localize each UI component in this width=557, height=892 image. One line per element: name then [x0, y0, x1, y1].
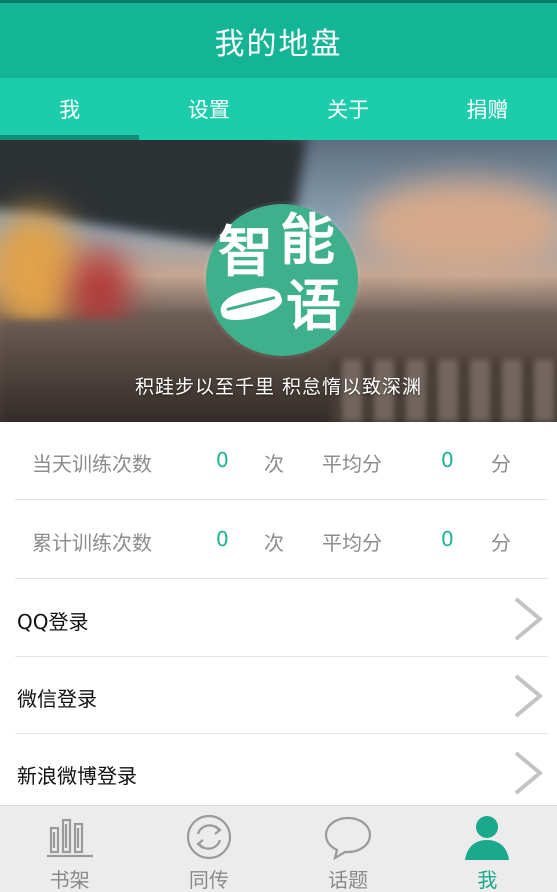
stat-avg-label: 平均分	[322, 452, 382, 476]
tab-me[interactable]: 我	[0, 78, 140, 140]
stat-avg-unit: 分	[491, 452, 511, 476]
sync-icon	[186, 814, 231, 860]
nav-sync[interactable]: 同传	[139, 806, 278, 892]
hero-banner: 智 能 语 积跬步以至千里 积怠惰以致深渊	[0, 140, 557, 422]
person-icon	[465, 816, 510, 860]
tab-about[interactable]: 关于	[279, 78, 418, 140]
app-logo: 智 能 语	[206, 204, 358, 356]
stat-count-value: 0	[216, 527, 229, 551]
stat-count-value: 0	[216, 448, 229, 472]
weibo-login-row[interactable]: 新浪微博登录	[15, 734, 548, 805]
logo-char: 能	[280, 207, 336, 272]
nav-label: 话题	[328, 868, 369, 892]
tab-label: 捐赠	[466, 98, 509, 122]
bottom-nav: 书架 同传 话题 我	[0, 805, 557, 892]
logo-char: 智	[218, 219, 274, 284]
login-label: QQ登录	[17, 610, 89, 634]
tab-label: 设置	[187, 98, 230, 122]
lips-icon	[217, 282, 285, 326]
stat-label: 当天训练次数	[32, 452, 152, 476]
hero-background-light	[70, 250, 130, 330]
chevron-right-icon	[514, 674, 544, 718]
tab-label: 我	[59, 98, 81, 122]
stat-avg-value: 0	[441, 527, 454, 551]
page-title: 我的地盘	[214, 26, 343, 62]
hero-background-sky	[360, 180, 557, 270]
stat-avg-label: 平均分	[322, 531, 382, 555]
nav-label: 同传	[188, 868, 229, 892]
nav-bookshelf[interactable]: 书架	[0, 806, 139, 892]
stat-count-unit: 次	[264, 531, 284, 555]
hero-background-light	[0, 210, 80, 330]
logo-char: 语	[286, 273, 342, 338]
tab-label: 关于	[327, 98, 370, 122]
stats-row-total: 累计训练次数 0 次 平均分 0 分	[15, 501, 548, 579]
wechat-login-row[interactable]: 微信登录	[15, 657, 548, 734]
stat-count-unit: 次	[264, 452, 284, 476]
stat-avg-value: 0	[441, 448, 454, 472]
title-bar: 我的地盘	[0, 0, 557, 78]
tab-settings[interactable]: 设置	[139, 78, 278, 140]
qq-login-row[interactable]: QQ登录	[15, 580, 548, 657]
chevron-right-icon	[514, 751, 544, 795]
slogan: 积跬步以至千里 积怠惰以致深渊	[134, 376, 423, 398]
nav-topics[interactable]: 话题	[279, 806, 418, 892]
tab-donate[interactable]: 捐赠	[418, 78, 557, 140]
stat-avg-unit: 分	[491, 531, 511, 555]
bookshelf-icon	[46, 818, 93, 858]
chevron-right-icon	[514, 597, 544, 641]
nav-label: 我	[477, 868, 498, 892]
top-tabs: 我 设置 关于 捐赠	[0, 78, 557, 140]
nav-me[interactable]: 我	[418, 806, 557, 892]
login-label: 微信登录	[17, 687, 97, 711]
stats-row-today: 当天训练次数 0 次 平均分 0 分	[15, 422, 548, 500]
nav-label: 书架	[49, 868, 90, 892]
chat-bubble-icon	[325, 816, 372, 861]
login-label: 新浪微博登录	[17, 764, 137, 788]
stat-label: 累计训练次数	[32, 531, 152, 555]
